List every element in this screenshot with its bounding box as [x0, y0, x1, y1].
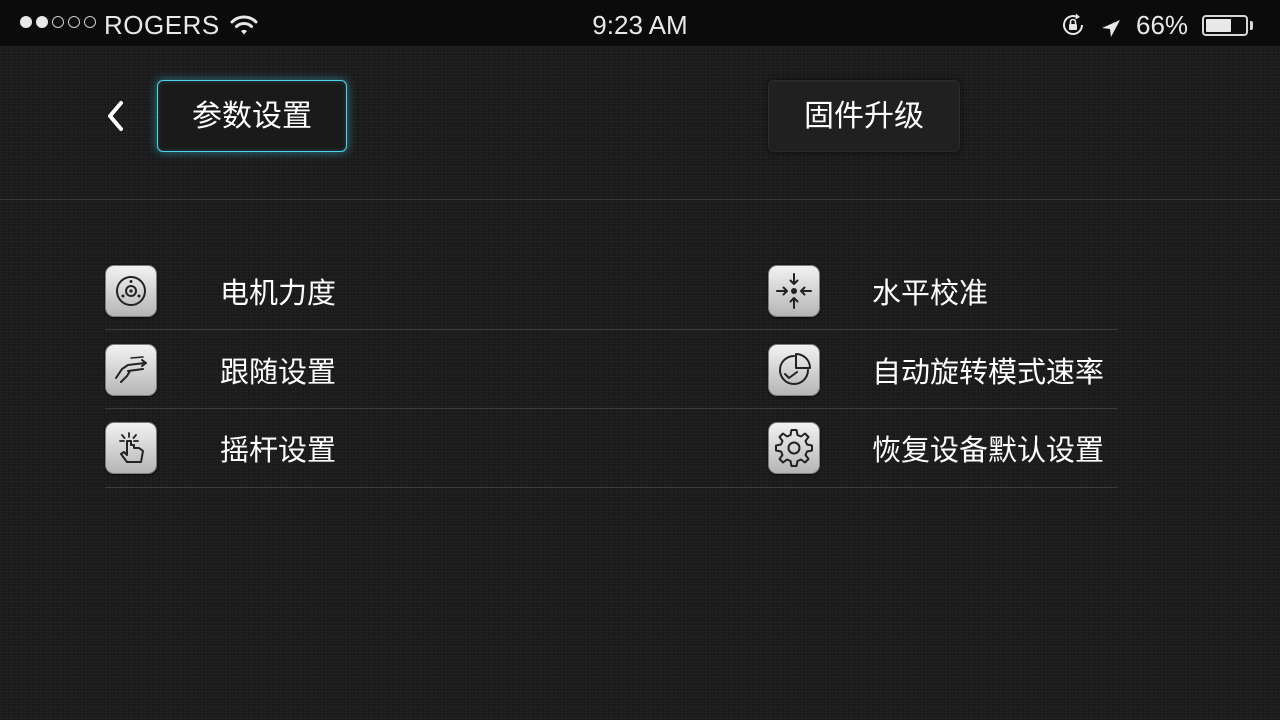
location-arrow-icon — [1100, 15, 1122, 46]
row-divider — [105, 329, 745, 330]
menu-item-follow-settings[interactable]: 跟随设置 — [105, 331, 720, 409]
menu-item-label: 跟随设置 — [220, 355, 337, 389]
menu-item-level-calibration[interactable]: 水平校准 — [768, 252, 1118, 330]
row-divider — [745, 487, 1118, 488]
wifi-icon — [230, 12, 258, 43]
status-bar: ROGERS 9:23 AM 66% — [0, 0, 1280, 46]
motor-icon — [105, 265, 157, 317]
battery-tip — [1250, 21, 1253, 30]
carrier-name: ROGERS — [104, 10, 220, 40]
menu-item-joystick-settings[interactable]: 摇杆设置 — [105, 409, 720, 487]
rotate-speed-icon — [768, 344, 820, 396]
calibrate-icon — [768, 265, 820, 317]
menu-item-motor-strength[interactable]: 电机力度 — [105, 252, 720, 330]
touch-tap-icon — [105, 422, 157, 474]
signal-strength-icon — [20, 16, 96, 28]
tab-parameter-settings[interactable]: 参数设置 — [157, 80, 347, 152]
menu-item-auto-rotate-speed[interactable]: 自动旋转模式速率 — [768, 331, 1118, 409]
chevron-left-icon — [108, 101, 123, 131]
battery-percent: 66% — [1136, 10, 1189, 40]
menu-item-label: 电机力度 — [220, 276, 337, 310]
header-divider — [0, 199, 1280, 200]
battery-level-fill — [1206, 19, 1231, 32]
back-button[interactable] — [100, 96, 130, 136]
battery-icon — [1202, 15, 1248, 36]
menu-item-label: 摇杆设置 — [220, 433, 337, 467]
row-divider — [745, 329, 1118, 330]
rotation-lock-icon — [1060, 13, 1088, 44]
status-time: 9:23 AM — [592, 10, 688, 40]
menu-item-label: 自动旋转模式速率 — [872, 355, 1105, 389]
tab-firmware-upgrade[interactable]: 固件升级 — [768, 80, 960, 152]
menu-item-restore-defaults[interactable]: 恢复设备默认设置 — [768, 409, 1118, 487]
menu-item-label: 恢复设备默认设置 — [872, 433, 1105, 467]
gear-icon — [768, 422, 820, 474]
follow-hand-icon — [105, 344, 157, 396]
menu-item-label: 水平校准 — [872, 276, 989, 310]
row-divider — [105, 487, 745, 488]
